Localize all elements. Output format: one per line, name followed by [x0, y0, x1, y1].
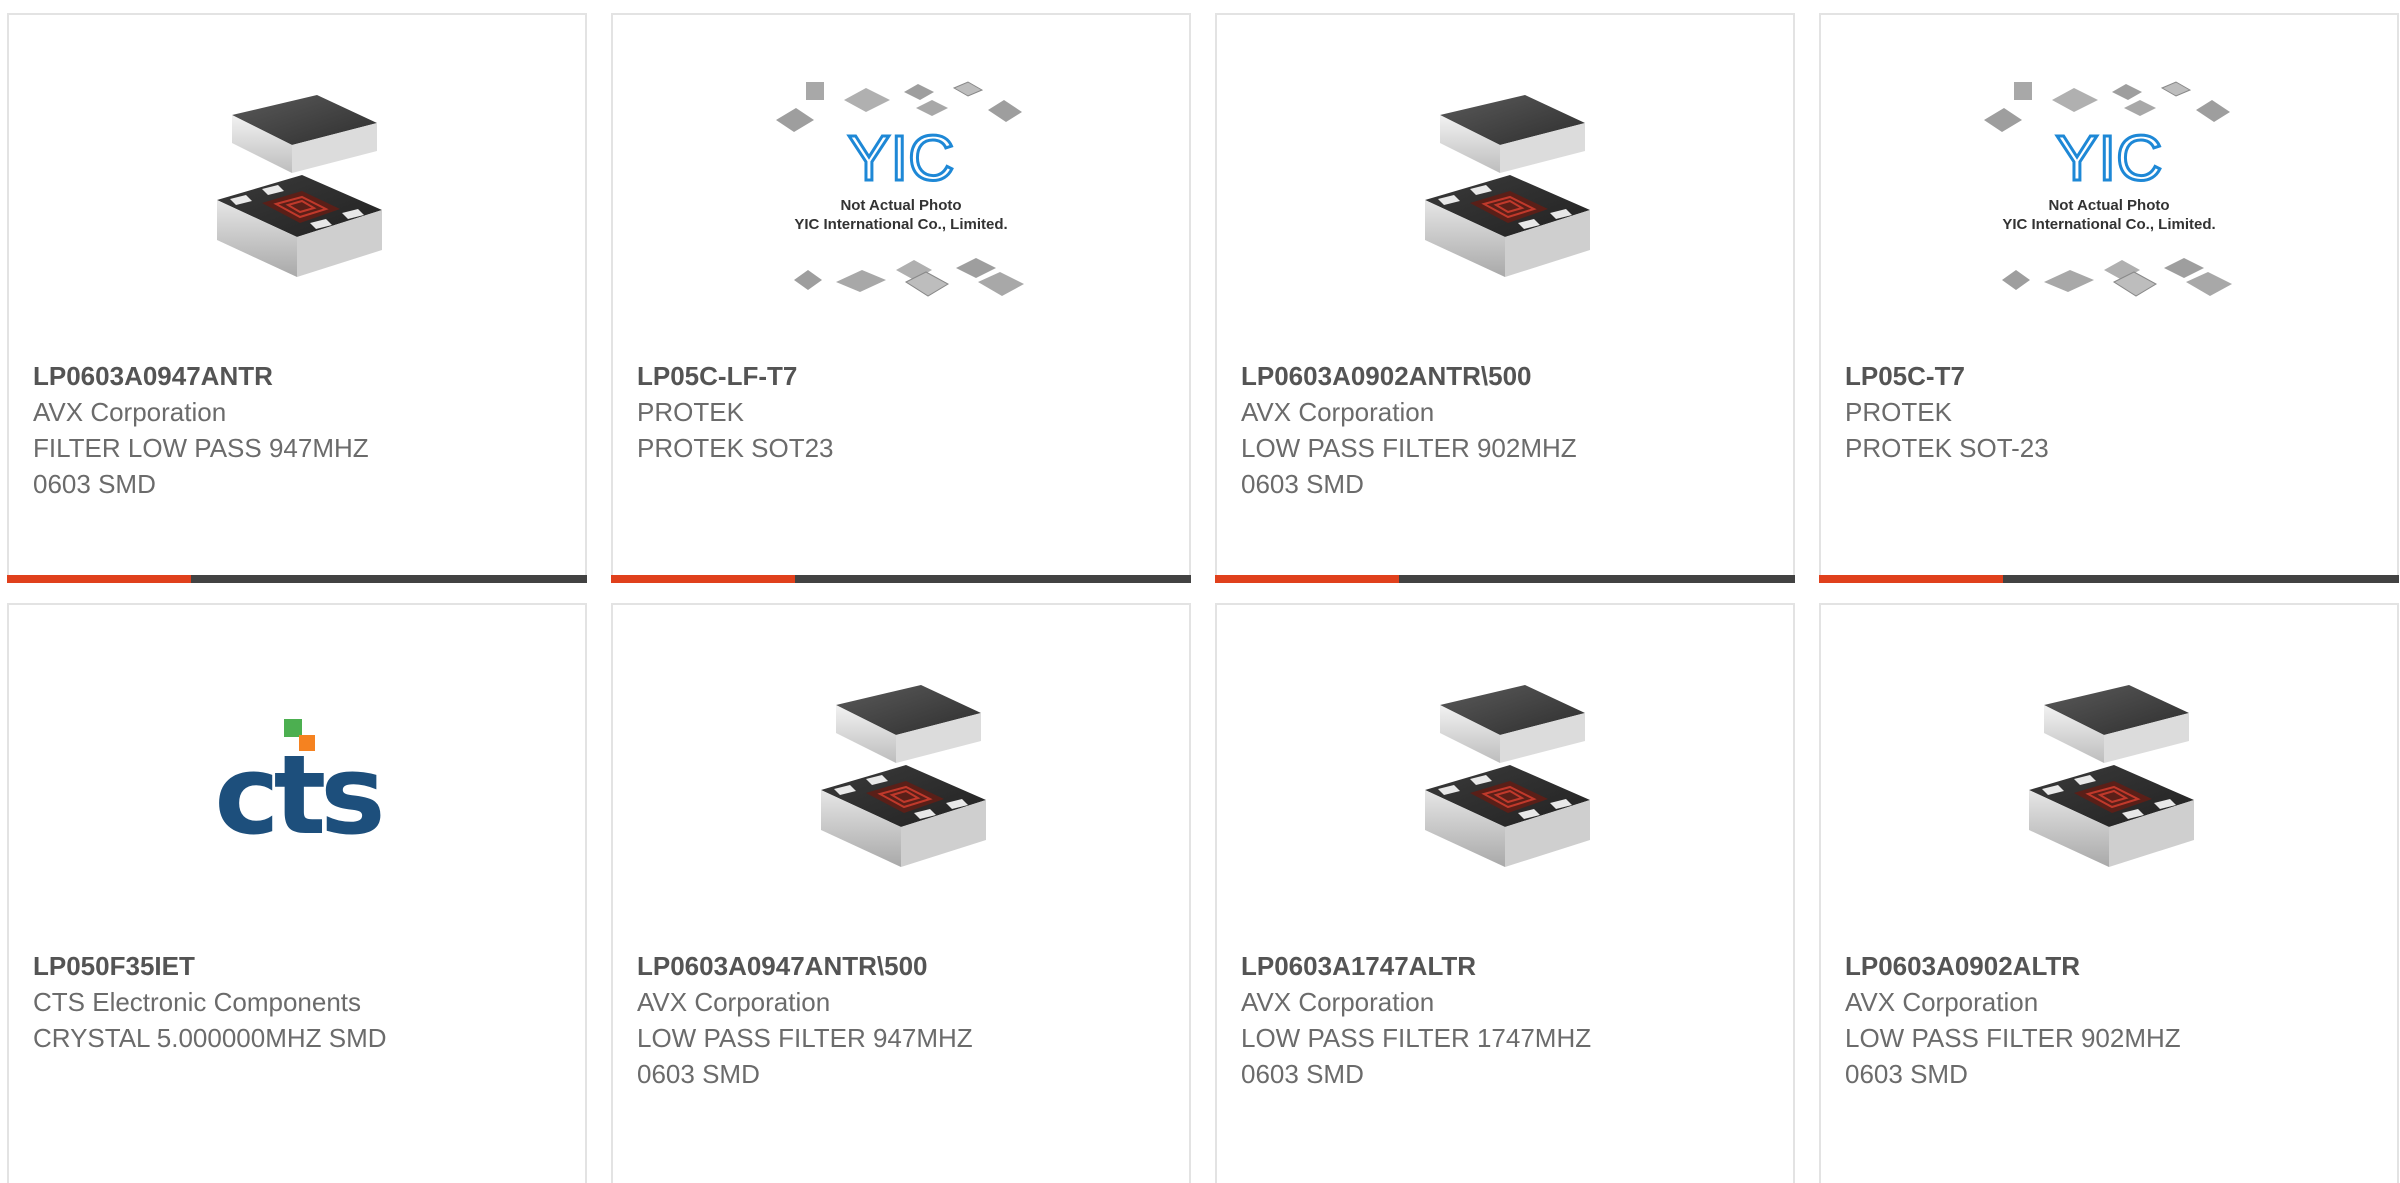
- product-image[interactable]: [1217, 660, 1793, 900]
- product-image[interactable]: [9, 70, 585, 310]
- cts-logo-image: cts: [214, 719, 387, 845]
- cts-logo-text: cts: [214, 731, 381, 845]
- product-image[interactable]: [1217, 70, 1793, 310]
- yic-not-actual-photo-image: YIC Not Actual Photo YIC International C…: [1983, 81, 2233, 297]
- package: 0603 SMD: [1845, 1059, 1968, 1089]
- product-info: LP0603A0947ANTR AVX Corporation FILTER L…: [33, 358, 565, 502]
- card-accent: [7, 575, 191, 583]
- product-card[interactable]: LP0603A1747ALTR AVX Corporation LOW PASS…: [1215, 603, 1795, 1183]
- description: LOW PASS FILTER 1747MHZ: [1241, 1023, 1592, 1053]
- manufacturer: PROTEK: [1845, 397, 1952, 427]
- product-grid: LP0603A0947ANTR AVX Corporation FILTER L…: [0, 0, 2400, 1183]
- yic-logo-text: YIC: [848, 122, 955, 194]
- avx-chip-filter-image: [1424, 94, 1591, 278]
- product-info: LP0603A0947ANTR\500 AVX Corporation LOW …: [637, 948, 1169, 1092]
- product-info: LP05C-LF-T7 PROTEK PROTEK SOT23: [637, 358, 1169, 466]
- part-number[interactable]: LP050F35IET: [33, 948, 565, 984]
- avx-chip-filter-image: [2028, 684, 2195, 868]
- manufacturer: AVX Corporation: [1845, 987, 2039, 1017]
- card-footer-bar: [1215, 575, 1795, 583]
- product-card[interactable]: YIC Not Actual Photo YIC International C…: [611, 13, 1191, 583]
- product-card[interactable]: LP0603A0902ALTR AVX Corporation LOW PASS…: [1819, 603, 2399, 1183]
- description: LOW PASS FILTER 947MHZ: [637, 1023, 973, 1053]
- card-accent: [611, 575, 795, 583]
- description: FILTER LOW PASS 947MHZ: [33, 433, 369, 463]
- yic-caption-1: Not Actual Photo: [840, 197, 961, 214]
- product-info: LP050F35IET CTS Electronic Components CR…: [33, 948, 565, 1056]
- part-number[interactable]: LP0603A0947ANTR\500: [637, 948, 1169, 984]
- part-number[interactable]: LP0603A0947ANTR: [33, 358, 565, 394]
- avx-chip-filter-image: [1424, 684, 1591, 868]
- card-footer-bar: [611, 575, 1191, 583]
- product-image[interactable]: [613, 660, 1189, 900]
- card-footer-bar: [1819, 575, 2399, 583]
- avx-chip-filter-image: [820, 684, 987, 868]
- package: 0603 SMD: [33, 469, 156, 499]
- yic-caption-2: YIC International Co., Limited.: [794, 216, 1007, 233]
- product-card[interactable]: LP0603A0947ANTR AVX Corporation FILTER L…: [7, 13, 587, 583]
- description: LOW PASS FILTER 902MHZ: [1845, 1023, 2181, 1053]
- part-number[interactable]: LP0603A1747ALTR: [1241, 948, 1773, 984]
- product-image[interactable]: cts: [9, 660, 585, 900]
- yic-caption-2: YIC International Co., Limited.: [2002, 216, 2215, 233]
- avx-chip-filter-image: [216, 94, 383, 278]
- package: 0603 SMD: [1241, 1059, 1364, 1089]
- product-card[interactable]: LP0603A0902ANTR\500 AVX Corporation LOW …: [1215, 13, 1795, 583]
- card-accent: [1819, 575, 2003, 583]
- manufacturer: PROTEK: [637, 397, 744, 427]
- product-info: LP05C-T7 PROTEK PROTEK SOT-23: [1845, 358, 2377, 466]
- part-number[interactable]: LP0603A0902ANTR\500: [1241, 358, 1773, 394]
- product-info: LP0603A0902ANTR\500 AVX Corporation LOW …: [1241, 358, 1773, 502]
- product-card[interactable]: LP0603A0947ANTR\500 AVX Corporation LOW …: [611, 603, 1191, 1183]
- manufacturer: CTS Electronic Components: [33, 987, 362, 1017]
- description: CRYSTAL 5.000000MHZ SMD: [33, 1023, 387, 1053]
- manufacturer: AVX Corporation: [637, 987, 831, 1017]
- manufacturer: AVX Corporation: [1241, 987, 1435, 1017]
- package: 0603 SMD: [1241, 469, 1364, 499]
- yic-caption-1: Not Actual Photo: [2048, 197, 2169, 214]
- description: LOW PASS FILTER 902MHZ: [1241, 433, 1577, 463]
- part-number[interactable]: LP05C-LF-T7: [637, 358, 1169, 394]
- description: PROTEK SOT23: [637, 433, 834, 463]
- product-card[interactable]: cts LP050F35IET CTS Electronic Component…: [7, 603, 587, 1183]
- product-card[interactable]: YIC Not Actual Photo YIC International C…: [1819, 13, 2399, 583]
- product-image[interactable]: YIC Not Actual Photo YIC International C…: [613, 70, 1189, 310]
- product-info: LP0603A1747ALTR AVX Corporation LOW PASS…: [1241, 948, 1773, 1092]
- yic-not-actual-photo-image: YIC Not Actual Photo YIC International C…: [775, 81, 1025, 297]
- product-image[interactable]: YIC Not Actual Photo YIC International C…: [1821, 70, 2397, 310]
- part-number[interactable]: LP0603A0902ALTR: [1845, 948, 2377, 984]
- product-info: LP0603A0902ALTR AVX Corporation LOW PASS…: [1845, 948, 2377, 1092]
- card-footer-bar: [7, 575, 587, 583]
- package: 0603 SMD: [637, 1059, 760, 1089]
- manufacturer: AVX Corporation: [33, 397, 227, 427]
- description: PROTEK SOT-23: [1845, 433, 2049, 463]
- product-image[interactable]: [1821, 660, 2397, 900]
- yic-logo-text: YIC: [2056, 122, 2163, 194]
- part-number[interactable]: LP05C-T7: [1845, 358, 2377, 394]
- card-accent: [1215, 575, 1399, 583]
- manufacturer: AVX Corporation: [1241, 397, 1435, 427]
